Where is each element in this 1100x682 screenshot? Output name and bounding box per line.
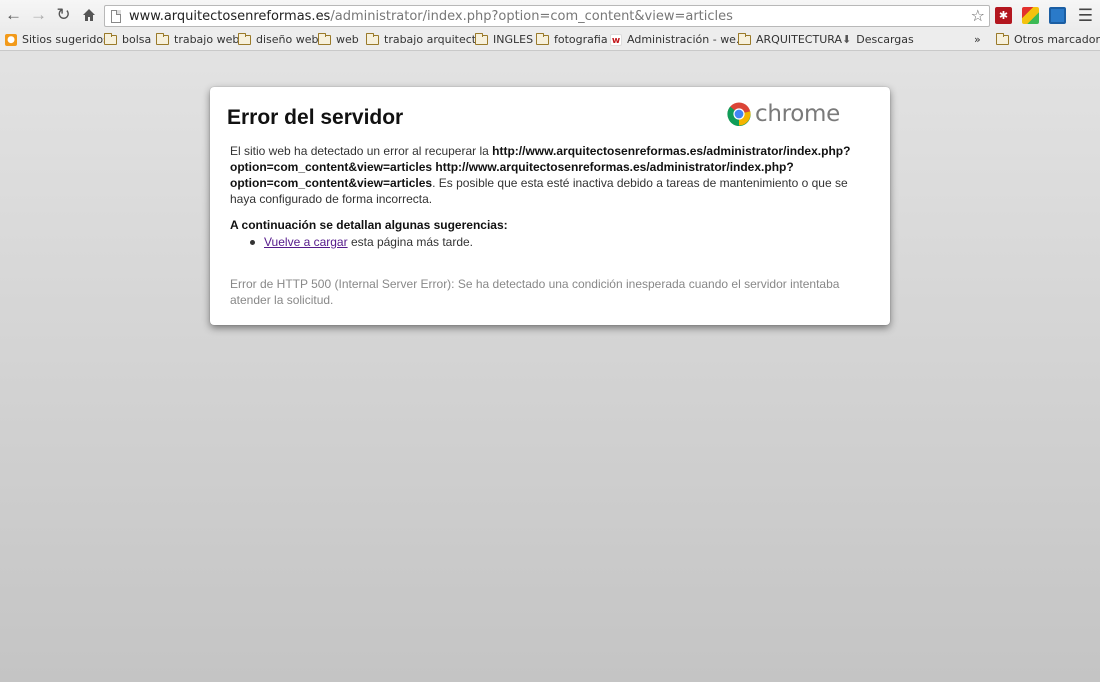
folder-icon bbox=[536, 32, 549, 45]
extension-colors-icon[interactable] bbox=[1022, 7, 1039, 24]
home-icon bbox=[82, 9, 95, 21]
url-domain: www.arquitectosenreformas.es bbox=[129, 8, 331, 24]
bookmark-administracion[interactable]: w Administración - we... bbox=[610, 33, 746, 46]
folder-icon bbox=[366, 32, 379, 45]
chrome-logo-icon bbox=[727, 102, 751, 126]
extension-lastpass-icon[interactable]: ✱ bbox=[995, 7, 1012, 24]
bookmark-web[interactable]: web bbox=[318, 32, 359, 46]
page-title: Error del servidor bbox=[227, 106, 404, 129]
reload-suffix: esta página más tarde. bbox=[347, 235, 474, 249]
bookmarks-bar: ● Sitios sugeridos bolsa trabajo web dis… bbox=[0, 30, 1100, 51]
folder-icon bbox=[238, 32, 251, 45]
browser-toolbar: ← → ↻ www.arquitectosenreformas.es /admi… bbox=[0, 0, 1100, 30]
bookmark-otros-marcadores[interactable]: Otros marcadores bbox=[996, 32, 1100, 46]
http-error-details: Error de HTTP 500 (Internal Server Error… bbox=[230, 277, 840, 307]
forward-button[interactable]: → bbox=[26, 1, 51, 29]
url-path: /administrator/index.php?option=com_cont… bbox=[330, 8, 733, 24]
error-description: El sitio web ha detectado un error al re… bbox=[230, 144, 851, 206]
back-arrow-icon: ← bbox=[5, 5, 22, 24]
bookmark-fotografia[interactable]: fotografia bbox=[536, 32, 608, 46]
overflow-chevron-icon: » bbox=[974, 33, 981, 46]
forward-arrow-icon: → bbox=[30, 5, 47, 24]
bookmark-star-icon[interactable]: ☆ bbox=[971, 6, 985, 25]
reload-button[interactable]: ↻ bbox=[51, 1, 76, 29]
folder-icon bbox=[738, 32, 751, 45]
reload-icon: ↻ bbox=[56, 5, 71, 24]
page-icon bbox=[111, 9, 121, 23]
folder-icon bbox=[318, 32, 331, 45]
bookmark-descargas[interactable]: ⬇ Descargas bbox=[842, 33, 914, 46]
suggestion-item: Vuelve a cargar esta página más tarde. bbox=[250, 235, 473, 249]
extension-window-icon[interactable] bbox=[1049, 7, 1066, 24]
folder-icon bbox=[156, 32, 169, 45]
list-bullet bbox=[250, 239, 255, 245]
back-button[interactable]: ← bbox=[1, 1, 26, 29]
bookmark-bolsa[interactable]: bolsa bbox=[104, 32, 151, 46]
chrome-menu-icon[interactable]: ☰ bbox=[1078, 6, 1093, 26]
chrome-brand: chrome bbox=[727, 101, 840, 127]
site-favicon: w bbox=[610, 33, 622, 46]
bookmark-ingles[interactable]: INGLES bbox=[475, 32, 533, 46]
folder-icon bbox=[475, 32, 488, 45]
chrome-wordmark: chrome bbox=[755, 101, 841, 127]
address-bar[interactable]: www.arquitectosenreformas.es /administra… bbox=[104, 5, 990, 27]
folder-icon bbox=[996, 32, 1009, 45]
bookmark-diseno-web[interactable]: diseño web bbox=[238, 32, 318, 46]
bookmark-trabajo-arquitecto[interactable]: trabajo arquitecto bbox=[366, 32, 483, 46]
bookmark-sitios-sugeridos[interactable]: ● Sitios sugeridos bbox=[5, 33, 109, 46]
suggestions-heading: A continuación se detallan algunas suger… bbox=[230, 218, 508, 232]
suggested-sites-icon: ● bbox=[5, 33, 17, 46]
download-icon: ⬇ bbox=[842, 33, 852, 46]
error-card: Error del servidor chrome El sitio web h… bbox=[210, 87, 890, 325]
folder-icon bbox=[104, 32, 117, 45]
bookmarks-overflow-button[interactable]: » bbox=[974, 33, 981, 46]
reload-link[interactable]: Vuelve a cargar bbox=[264, 235, 348, 249]
home-button[interactable] bbox=[76, 1, 101, 29]
bookmark-arquitectura[interactable]: ARQUITECTURA bbox=[738, 32, 842, 46]
bookmark-trabajo-web[interactable]: trabajo web bbox=[156, 32, 239, 46]
